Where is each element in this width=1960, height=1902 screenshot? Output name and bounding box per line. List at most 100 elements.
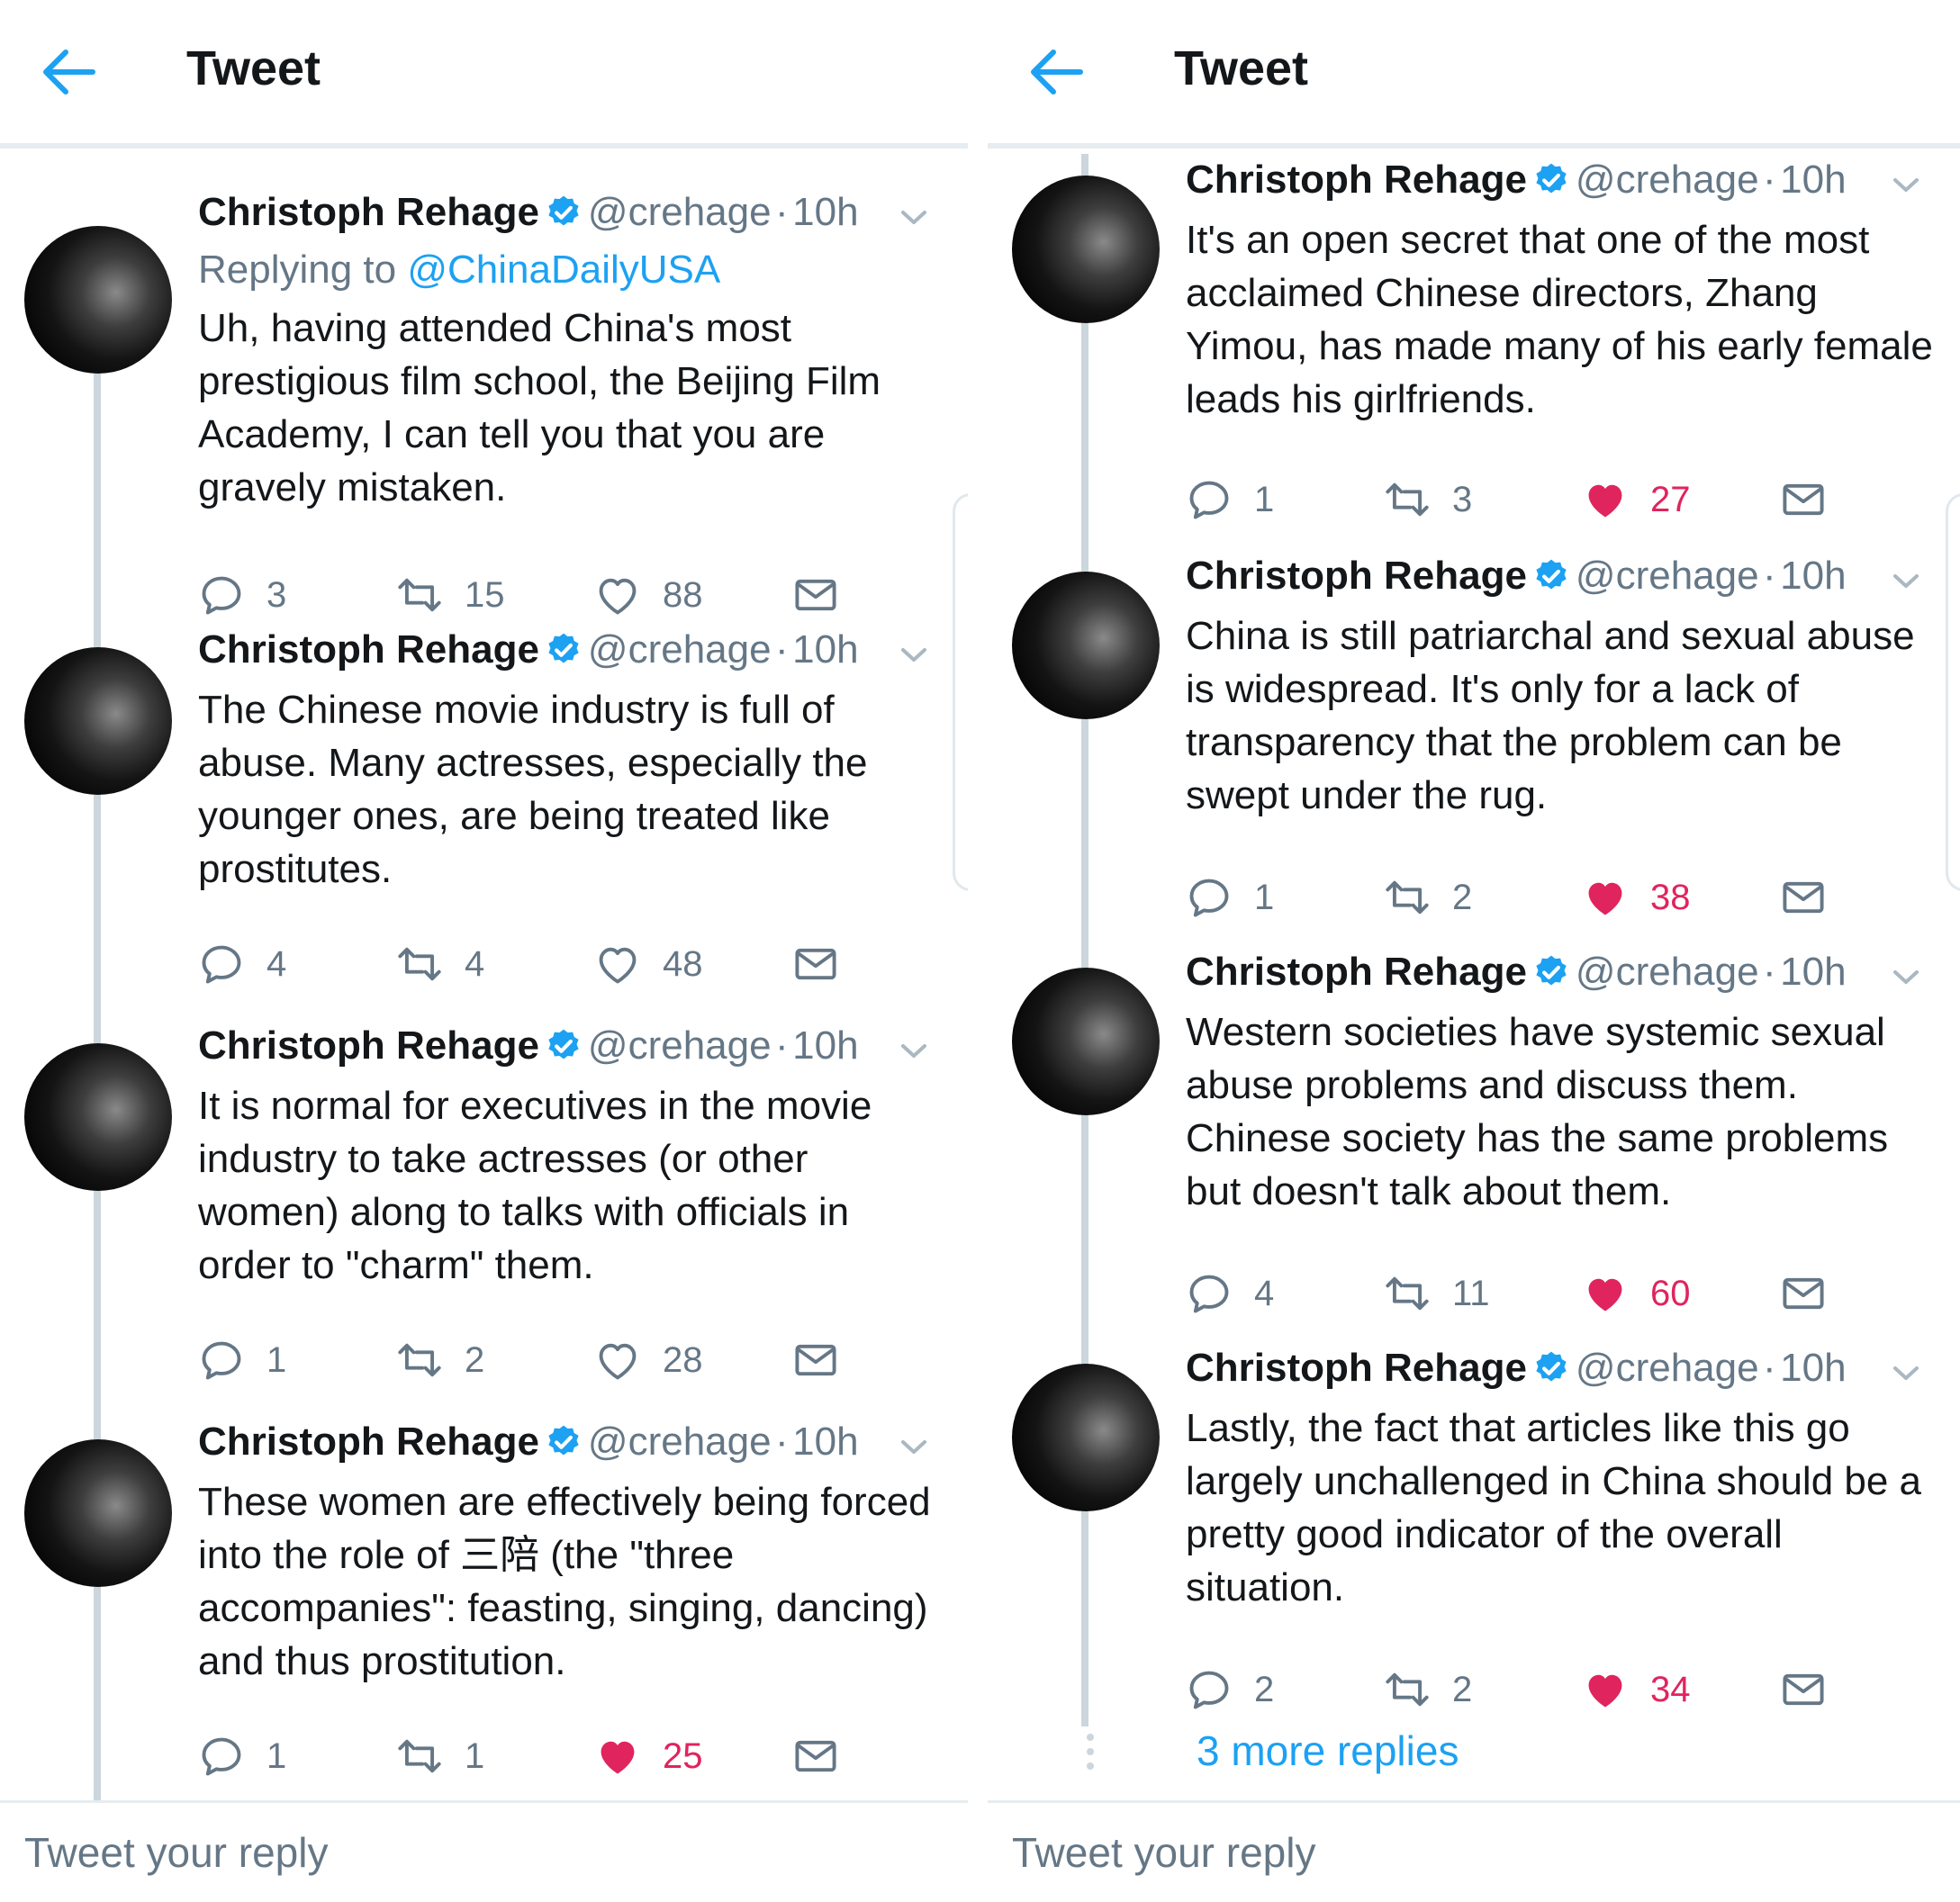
retweet-button[interactable]: 11 — [1384, 1266, 1490, 1321]
retweet-button[interactable]: 15 — [396, 568, 505, 622]
reply-button[interactable]: 4 — [1186, 1266, 1274, 1321]
timestamp[interactable]: 10h — [792, 627, 858, 672]
chevron-down-icon[interactable] — [1888, 563, 1924, 599]
timestamp[interactable]: 10h — [792, 1023, 858, 1068]
direct-message-button[interactable] — [792, 937, 839, 991]
tweet-text: It is normal for executives in the movie… — [198, 1084, 872, 1287]
timestamp[interactable]: 10h — [1780, 158, 1846, 202]
reply-button[interactable]: 3 — [198, 568, 286, 622]
timestamp[interactable]: 10h — [1780, 950, 1846, 994]
author-name[interactable]: Christoph Rehage — [198, 1023, 539, 1068]
avatar[interactable] — [24, 1043, 172, 1191]
like-button[interactable]: 38 — [1582, 870, 1691, 924]
retweet-icon — [1386, 482, 1429, 517]
tweet-header: Christoph Rehage @crehage · 10h — [198, 190, 932, 246]
reply-input[interactable] — [1012, 1821, 1887, 1884]
envelope-icon — [1783, 1277, 1824, 1310]
author-name[interactable]: Christoph Rehage — [1186, 554, 1527, 598]
timestamp[interactable]: 10h — [792, 1420, 858, 1464]
replying-to-link[interactable]: @ChinaDailyUSA — [407, 248, 720, 292]
like-button[interactable]: 60 — [1582, 1266, 1691, 1321]
retweet-button[interactable]: 2 — [396, 1333, 484, 1387]
panel-divider — [968, 0, 988, 1902]
retweet-button[interactable]: 2 — [1384, 870, 1472, 924]
retweet-button[interactable]: 2 — [1384, 1663, 1472, 1717]
replying-to: Replying to @ChinaDailyUSA — [198, 248, 932, 302]
direct-message-button[interactable] — [1780, 1663, 1827, 1717]
avatar[interactable] — [1012, 968, 1160, 1115]
scroll-indicator[interactable] — [953, 493, 968, 891]
tweet-text: Uh, having attended China's most prestig… — [198, 306, 881, 509]
reply-button[interactable]: 1 — [198, 1729, 286, 1783]
reply-button[interactable]: 1 — [1186, 473, 1274, 527]
scroll-indicator[interactable] — [1946, 493, 1960, 891]
tweet-actions: 1 3 27 — [988, 473, 1960, 527]
chevron-down-icon[interactable] — [1888, 959, 1924, 995]
separator-dot: · — [1763, 158, 1776, 202]
avatar[interactable] — [1012, 176, 1160, 323]
like-button[interactable]: 48 — [594, 937, 703, 991]
reply-icon — [1189, 1275, 1229, 1313]
like-button[interactable]: 28 — [594, 1333, 703, 1387]
author-name[interactable]: Christoph Rehage — [198, 190, 539, 234]
back-button[interactable] — [41, 47, 96, 97]
avatar[interactable] — [1012, 1364, 1160, 1511]
direct-message-button[interactable] — [1780, 473, 1827, 527]
chevron-down-icon[interactable] — [1888, 167, 1924, 203]
author-name[interactable]: Christoph Rehage — [1186, 158, 1527, 202]
direct-message-button[interactable] — [792, 1729, 839, 1783]
avatar[interactable] — [24, 647, 172, 795]
author-name[interactable]: Christoph Rehage — [198, 1420, 539, 1464]
reply-button[interactable]: 1 — [1186, 870, 1274, 924]
reply-button[interactable]: 1 — [198, 1333, 286, 1387]
author-name[interactable]: Christoph Rehage — [198, 627, 539, 672]
like-button[interactable]: 25 — [594, 1729, 703, 1783]
retweet-button[interactable]: 4 — [396, 937, 484, 991]
like-button[interactable]: 88 — [594, 568, 703, 622]
retweet-button[interactable]: 3 — [1384, 473, 1472, 527]
direct-message-button[interactable] — [1780, 1266, 1827, 1321]
separator-dot: · — [1763, 1346, 1776, 1390]
reply-button[interactable]: 4 — [198, 937, 286, 991]
timestamp[interactable]: 10h — [792, 190, 858, 234]
author-handle[interactable]: @crehage — [1576, 950, 1759, 994]
timestamp[interactable]: 10h — [1780, 554, 1846, 598]
arrow-left-icon — [1031, 50, 1083, 95]
author-handle[interactable]: @crehage — [1576, 158, 1759, 202]
more-replies-link[interactable]: 3 more replies — [1197, 1726, 1459, 1775]
reply-icon — [202, 945, 241, 984]
author-name[interactable]: Christoph Rehage — [1186, 950, 1527, 994]
separator-dot: · — [775, 190, 789, 234]
heart-icon — [599, 947, 637, 984]
chevron-down-icon[interactable] — [1888, 1355, 1924, 1391]
direct-message-button[interactable] — [1780, 870, 1827, 924]
chevron-down-icon[interactable] — [896, 636, 932, 672]
top-bar: Tweet — [988, 0, 1960, 149]
like-count: 48 — [663, 943, 703, 984]
chevron-down-icon[interactable] — [896, 199, 932, 235]
author-handle[interactable]: @crehage — [588, 627, 772, 672]
author-handle[interactable]: @crehage — [1576, 554, 1759, 598]
like-button[interactable]: 34 — [1582, 1663, 1691, 1717]
author-name[interactable]: Christoph Rehage — [1186, 1346, 1527, 1390]
author-handle[interactable]: @crehage — [1576, 1346, 1759, 1390]
timestamp[interactable]: 10h — [1780, 1346, 1846, 1390]
author-handle[interactable]: @crehage — [588, 1420, 772, 1464]
avatar[interactable] — [1012, 572, 1160, 719]
direct-message-button[interactable] — [792, 1333, 839, 1387]
reply-button[interactable]: 2 — [1186, 1663, 1274, 1717]
author-handle[interactable]: @crehage — [588, 190, 772, 234]
author-handle[interactable]: @crehage — [588, 1023, 772, 1068]
back-button[interactable] — [1028, 47, 1084, 97]
heart-filled-icon — [1588, 1674, 1622, 1708]
avatar[interactable] — [24, 1439, 172, 1587]
chevron-down-icon[interactable] — [896, 1032, 932, 1068]
like-button[interactable]: 27 — [1582, 473, 1691, 527]
retweet-button[interactable]: 1 — [396, 1729, 484, 1783]
reply-input[interactable] — [24, 1821, 896, 1884]
avatar[interactable] — [24, 226, 172, 374]
arrow-left-icon — [43, 50, 95, 95]
chevron-down-icon[interactable] — [896, 1429, 932, 1465]
thread-panel-left: Tweet Christoph Rehage @crehage · 10h Rep… — [0, 0, 968, 1902]
direct-message-button[interactable] — [792, 568, 839, 622]
